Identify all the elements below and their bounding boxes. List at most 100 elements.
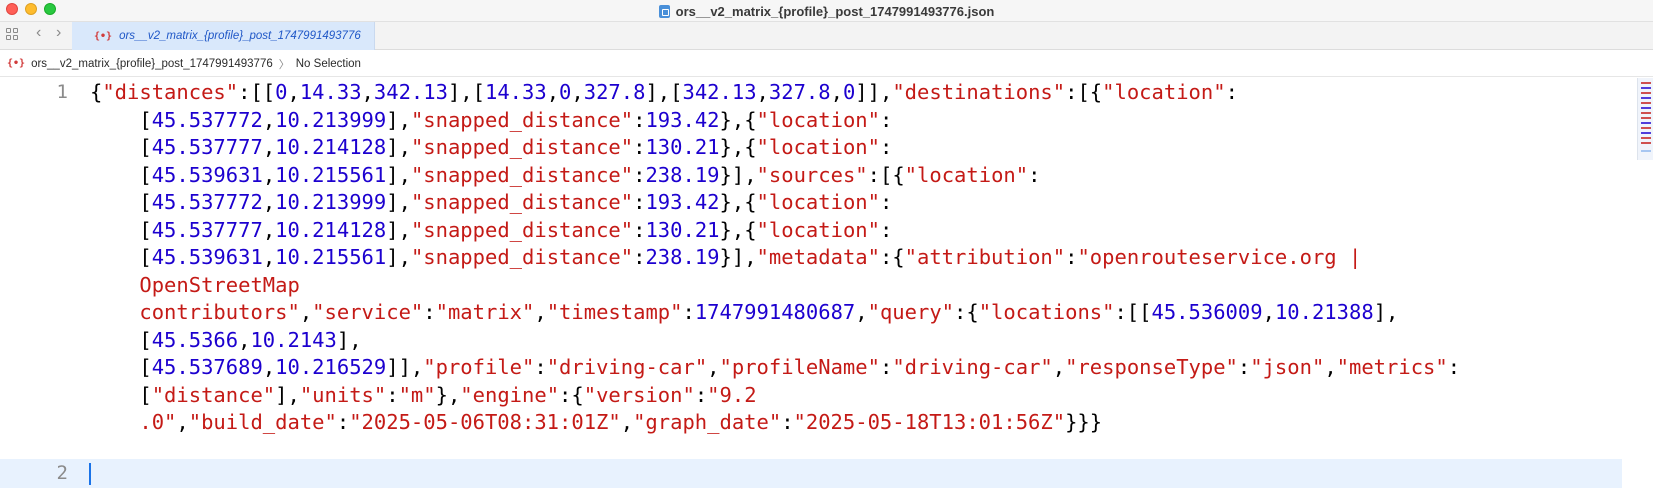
window-title: ors__v2_matrix_{profile}_post_1747991493… — [675, 3, 995, 19]
json-file-icon: {•} — [7, 58, 26, 69]
tab-active-file[interactable]: {•} ors__v2_matrix_{profile}_post_174799… — [72, 22, 375, 50]
code-line[interactable]: [45.539631,10.215561],"snapped_distance"… — [90, 161, 1040, 190]
json-number-token: 1747991480687 — [694, 300, 856, 324]
json-punctuation-token: , — [707, 355, 720, 379]
json-punctuation-token: ], — [386, 162, 411, 187]
json-number-token: 10.214128 — [275, 135, 387, 159]
json-number-token: 130.21 — [645, 135, 720, 159]
json-number-token: 342.13 — [682, 80, 757, 104]
json-punctuation-token: , — [1262, 300, 1275, 324]
json-string-token: "location" — [756, 217, 880, 242]
json-number-token: 10.2143 — [250, 327, 337, 352]
breadcrumb-file[interactable]: ors__v2_matrix_{profile}_post_1747991493… — [31, 58, 273, 70]
json-punctuation-token: : — [1028, 162, 1041, 187]
json-punctuation-token: }, — [435, 382, 461, 407]
json-punctuation-token: : — [879, 355, 893, 379]
json-punctuation-token: [ — [90, 382, 152, 407]
json-string-token: "query" — [867, 300, 955, 324]
code-line[interactable]: [45.537772,10.213999],"snapped_distance"… — [90, 188, 892, 217]
json-string-token: "engine" — [460, 382, 560, 407]
json-punctuation-token: :[[ — [1114, 300, 1152, 324]
json-punctuation-token: : — [534, 355, 547, 379]
json-punctuation-token: : — [633, 162, 646, 187]
json-punctuation-token: , — [1324, 355, 1337, 379]
json-punctuation-token: : — [633, 135, 646, 159]
json-number-token: 327.8 — [583, 80, 646, 104]
code-line[interactable]: ["distance"],"units":"m"},"engine":{"ver… — [90, 381, 757, 410]
json-punctuation-token: : — [879, 107, 893, 132]
json-number-token: 238.19 — [645, 162, 720, 187]
minimap[interactable] — [1637, 78, 1653, 160]
json-punctuation-token: : — [1225, 80, 1238, 104]
related-items-grid-icon[interactable] — [6, 28, 20, 42]
json-punctuation-token: ]], — [855, 80, 893, 104]
json-punctuation-token: :{ — [954, 300, 979, 324]
json-string-token: "9.2 — [707, 382, 757, 407]
json-number-token: 45.537772 — [151, 107, 263, 132]
json-string-token: "sources" — [756, 162, 868, 187]
json-punctuation-token: { — [90, 80, 103, 104]
minimap-line — [1641, 82, 1651, 84]
json-number-token: 10.215561 — [275, 162, 387, 187]
json-punctuation-token: ],[ — [447, 80, 485, 104]
json-punctuation-token: : — [879, 217, 893, 242]
code-line[interactable]: [45.5366,10.2143], — [90, 326, 361, 355]
json-number-token: 10.214128 — [275, 217, 387, 242]
json-punctuation-token: [ — [90, 245, 152, 269]
json-punctuation-token: : — [386, 382, 399, 407]
code-line[interactable]: [45.539631,10.215561],"snapped_distance"… — [90, 243, 1361, 272]
json-string-token: "matrix" — [435, 300, 535, 324]
json-punctuation-token: : — [633, 107, 646, 132]
json-number-token: 45.536009 — [1151, 300, 1263, 324]
text-caret — [89, 463, 91, 485]
json-punctuation-token: , — [855, 300, 868, 324]
json-string-token: "driving-car" — [546, 355, 708, 379]
code-line[interactable]: .0","build_date":"2025-05-06T08:31:01Z",… — [90, 408, 1102, 437]
json-punctuation-token: , — [546, 80, 560, 104]
json-string-token: "profileName" — [719, 355, 880, 379]
code-line[interactable]: [45.537777,10.214128],"snapped_distance"… — [90, 216, 892, 245]
json-punctuation-token: , — [262, 135, 276, 159]
breadcrumb-selection[interactable]: No Selection — [296, 58, 361, 70]
json-punctuation-token: :{ — [879, 245, 905, 269]
minimap-line — [1641, 92, 1651, 94]
json-number-token: 0 — [559, 80, 572, 104]
code-line[interactable]: [45.537772,10.213999],"snapped_distance"… — [90, 106, 892, 135]
window-title-container: ors__v2_matrix_{profile}_post_1747991493… — [0, 0, 1653, 22]
code-line[interactable]: {"distances":[[0,14.33,342.13],[14.33,0,… — [90, 78, 1238, 107]
json-punctuation-token: ], — [275, 382, 300, 407]
json-number-token: 10.215561 — [275, 245, 387, 269]
json-string-token: .0" — [90, 410, 177, 434]
json-punctuation-token: , — [1052, 355, 1066, 379]
json-string-token: "timestamp" — [546, 300, 683, 324]
json-file-icon: {•} — [94, 30, 113, 42]
json-punctuation-token: ], — [1373, 300, 1399, 324]
tab-label: ors__v2_matrix_{profile}_post_1747991493… — [119, 30, 361, 42]
json-number-token: 10.21388 — [1274, 300, 1374, 324]
code-editor[interactable]: 1 2 {"distances":[[0,14.33,342.13],[14.3… — [0, 78, 1653, 503]
navigate-back-icon[interactable]: ‹ — [36, 25, 41, 41]
json-punctuation-token: [ — [90, 135, 152, 159]
json-string-token: "build_date" — [188, 410, 337, 434]
code-line[interactable]: contributors","service":"matrix","timest… — [90, 298, 1398, 327]
navigate-forward-icon[interactable]: › — [56, 25, 61, 41]
json-punctuation-token: , — [361, 80, 374, 104]
json-string-token: "responseType" — [1065, 355, 1238, 379]
json-punctuation-token: : — [879, 190, 893, 214]
minimap-line — [1641, 137, 1651, 139]
json-punctuation-token: , — [262, 107, 276, 132]
json-punctuation-token: : — [694, 382, 708, 407]
json-string-token: "snapped_distance" — [410, 217, 634, 242]
json-number-token: 10.213999 — [275, 190, 387, 214]
json-punctuation-token: :[{ — [1065, 80, 1103, 104]
json-number-token: 14.33 — [299, 80, 362, 104]
json-punctuation-token: }}} — [1065, 410, 1103, 434]
minimap-line — [1641, 87, 1651, 89]
json-string-token: "location" — [756, 190, 880, 214]
code-line[interactable]: [45.537777,10.214128],"snapped_distance"… — [90, 133, 892, 162]
json-number-token: 0 — [275, 80, 288, 104]
code-line[interactable]: [45.537689,10.216529]],"profile":"drivin… — [90, 353, 1460, 382]
json-punctuation-token: : — [423, 300, 436, 324]
code-line[interactable]: OpenStreetMap — [90, 271, 299, 300]
json-punctuation-token: : — [1065, 245, 1078, 269]
